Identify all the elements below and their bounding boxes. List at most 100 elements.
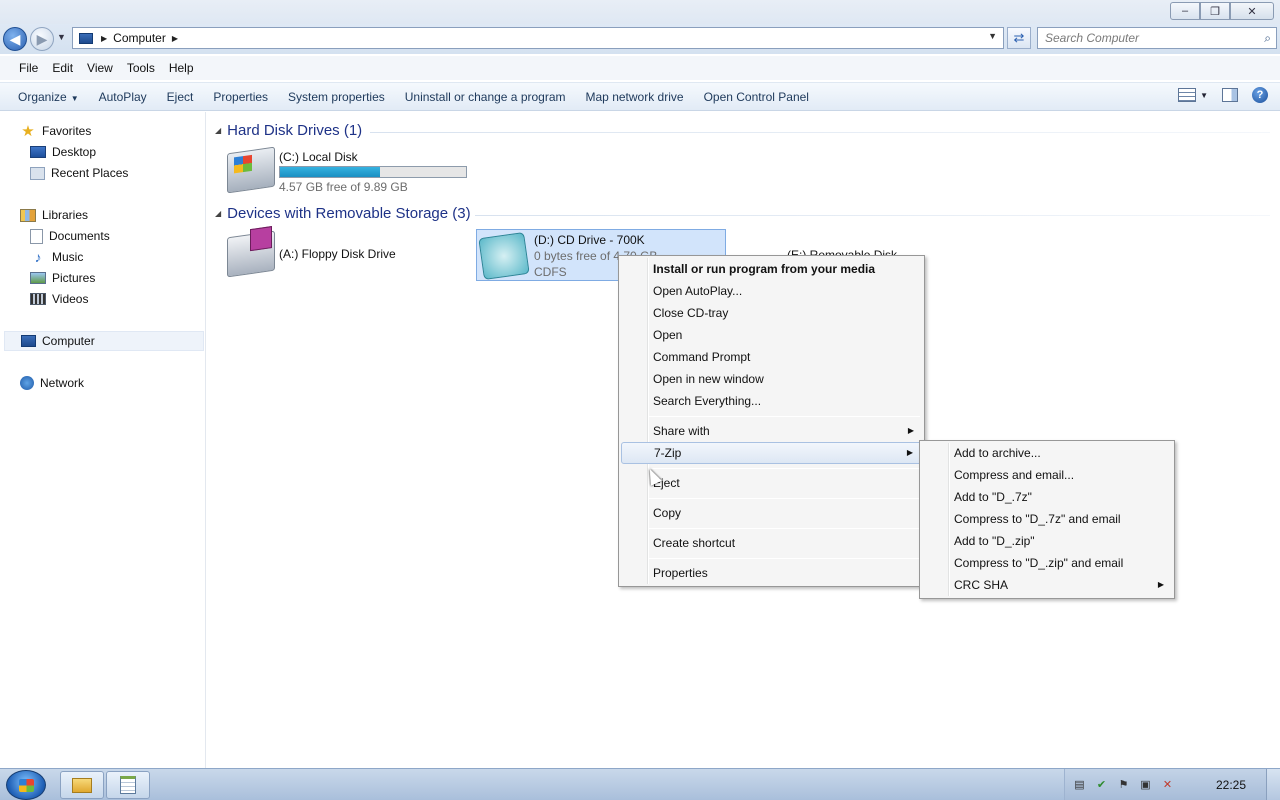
nav-videos[interactable]: Videos	[30, 289, 88, 309]
folder-icon	[72, 777, 92, 793]
back-button[interactable]: ◀	[3, 27, 27, 51]
7zip-compress-zip-email[interactable]: Compress to "D_.zip" and email	[922, 552, 1172, 574]
document-icon[interactable]: ▤	[1073, 778, 1086, 791]
command-bar: Organize ▼ AutoPlay Eject Properties Syst…	[0, 82, 1280, 111]
menu-close-cd-tray[interactable]: Close CD-tray	[621, 302, 922, 324]
open-control-panel-button[interactable]: Open Control Panel	[694, 86, 819, 108]
7zip-compress-and-email[interactable]: Compress and email...	[922, 464, 1172, 486]
nav-desktop[interactable]: Desktop	[30, 142, 96, 162]
refresh-button[interactable]: ⇄	[1007, 27, 1031, 49]
eject-button[interactable]: Eject	[157, 86, 204, 108]
action-center-flag-icon[interactable]: ⚑	[1117, 778, 1130, 791]
search-input[interactable]	[1045, 29, 1245, 47]
menu-view[interactable]: View	[80, 61, 120, 75]
start-button[interactable]	[6, 770, 46, 800]
drive-c-local-disk[interactable]: (C:) Local Disk 4.57 GB free of 9.89 GB	[227, 146, 472, 194]
uninstall-program-button[interactable]: Uninstall or change a program	[395, 86, 576, 108]
nav-libraries[interactable]: Libraries	[20, 205, 88, 225]
group-divider	[475, 215, 1270, 216]
show-desktop-button[interactable]	[1266, 769, 1280, 800]
menu-7zip[interactable]: 7-Zip ▶	[621, 442, 922, 464]
7zip-add-to-archive[interactable]: Add to archive...	[922, 442, 1172, 464]
nav-recent-places-label: Recent Places	[51, 166, 129, 180]
change-view-icon[interactable]	[1178, 88, 1197, 102]
7zip-add-to-zip[interactable]: Add to "D_.zip"	[922, 530, 1172, 552]
refresh-icon: ⇄	[1013, 30, 1025, 45]
taskbar-notepad-button[interactable]	[106, 771, 150, 799]
system-properties-button[interactable]: System properties	[278, 86, 395, 108]
menu-properties[interactable]: Properties	[621, 562, 922, 584]
network-tray-icon[interactable]: ▣	[1139, 778, 1152, 791]
breadcrumb-separator[interactable]: ▶	[101, 34, 107, 43]
nav-computer[interactable]: Computer	[4, 331, 204, 351]
menu-search-everything[interactable]: Search Everything...	[621, 390, 922, 412]
computer-icon	[21, 335, 36, 347]
volume-muted-icon[interactable]: ✕	[1161, 778, 1174, 791]
menu-help[interactable]: Help	[162, 61, 201, 75]
map-network-drive-button[interactable]: Map network drive	[576, 86, 694, 108]
help-icon[interactable]: ?	[1252, 87, 1268, 103]
collapse-triangle-icon[interactable]: ◢	[215, 126, 221, 135]
nav-favorites[interactable]: ★ Favorites	[20, 121, 91, 141]
properties-button[interactable]: Properties	[203, 86, 278, 108]
nav-pictures[interactable]: Pictures	[30, 268, 95, 288]
drive-a-floppy[interactable]: (A:) Floppy Disk Drive	[227, 226, 457, 278]
drive-a-name: (A:) Floppy Disk Drive	[279, 247, 396, 261]
7zip-add-to-7z[interactable]: Add to "D_.7z"	[922, 486, 1172, 508]
group-divider	[370, 132, 1270, 133]
recent-pages-dropdown[interactable]: ▼	[57, 32, 66, 42]
breadcrumb-separator[interactable]: ▶	[172, 34, 178, 43]
title-bar: – ❐ ✕	[0, 0, 1280, 24]
menu-share-with[interactable]: Share with ▶	[621, 420, 922, 442]
preview-pane-icon[interactable]	[1222, 88, 1238, 102]
forward-button[interactable]: ▶	[30, 27, 54, 51]
menu-tools[interactable]: Tools	[120, 61, 162, 75]
menu-edit[interactable]: Edit	[45, 61, 80, 75]
menu-open[interactable]: Open	[621, 324, 922, 346]
address-bar[interactable]: ▶ Computer ▶ ▼	[72, 27, 1004, 49]
7zip-crc-sha[interactable]: CRC SHA ▶	[922, 574, 1172, 596]
taskbar: ▤ ✔ ⚑ ▣ ✕ 22:25	[0, 768, 1280, 800]
minimize-button[interactable]: –	[1170, 2, 1200, 20]
menu-file[interactable]: File	[12, 61, 45, 75]
notepad-icon	[120, 776, 136, 794]
autoplay-button[interactable]: AutoPlay	[89, 86, 157, 108]
address-row: ◀ ▶ ▼ ▶ Computer ▶ ▼ ⇄ ⌕	[0, 24, 1280, 54]
pictures-icon	[30, 272, 46, 284]
security-check-icon[interactable]: ✔	[1095, 778, 1108, 791]
menu-create-shortcut[interactable]: Create shortcut	[621, 532, 922, 554]
menu-bar: File Edit View Tools Help	[0, 56, 1280, 80]
nav-recent-places[interactable]: Recent Places	[30, 163, 128, 183]
menu-open-autoplay[interactable]: Open AutoPlay...	[621, 280, 922, 302]
breadcrumb-computer[interactable]: Computer	[113, 31, 166, 45]
libraries-icon	[20, 208, 36, 222]
group-hard-disk-drives[interactable]: ◢ Hard Disk Drives (1)	[215, 122, 362, 139]
menu-open-new-window[interactable]: Open in new window	[621, 368, 922, 390]
view-options-chevron-icon[interactable]: ▼	[1200, 91, 1208, 100]
group-hard-disk-drives-label: Hard Disk Drives (1)	[227, 122, 363, 139]
7zip-compress-7z-email[interactable]: Compress to "D_.7z" and email	[922, 508, 1172, 530]
collapse-triangle-icon[interactable]: ◢	[215, 209, 221, 218]
drive-c-usage-bar	[279, 166, 467, 178]
menu-eject[interactable]: Eject	[621, 472, 922, 494]
7zip-crc-sha-label: CRC SHA	[954, 578, 1009, 592]
drive-c-name: (C:) Local Disk	[279, 150, 358, 164]
close-button[interactable]: ✕	[1230, 2, 1274, 20]
menu-copy[interactable]: Copy	[621, 502, 922, 524]
organize-button[interactable]: Organize ▼	[8, 86, 89, 108]
nav-documents[interactable]: Documents	[30, 226, 110, 246]
floppy-disk-icon	[250, 226, 272, 252]
clock[interactable]: 22:25	[1216, 778, 1246, 792]
group-removable-storage[interactable]: ◢ Devices with Removable Storage (3)	[215, 205, 471, 222]
nav-network[interactable]: Network	[20, 373, 84, 393]
menu-install-run[interactable]: Install or run program from your media	[621, 258, 922, 280]
address-dropdown-icon[interactable]: ▼	[988, 31, 997, 41]
nav-desktop-label: Desktop	[52, 145, 97, 159]
nav-music[interactable]: ♪ Music	[30, 247, 84, 267]
maximize-button[interactable]: ❐	[1200, 2, 1230, 20]
menu-command-prompt[interactable]: Command Prompt	[621, 346, 922, 368]
search-icon[interactable]: ⌕	[1264, 31, 1271, 46]
taskbar-explorer-button[interactable]	[60, 771, 104, 799]
search-box[interactable]: ⌕	[1037, 27, 1277, 49]
nav-documents-label: Documents	[49, 229, 110, 243]
